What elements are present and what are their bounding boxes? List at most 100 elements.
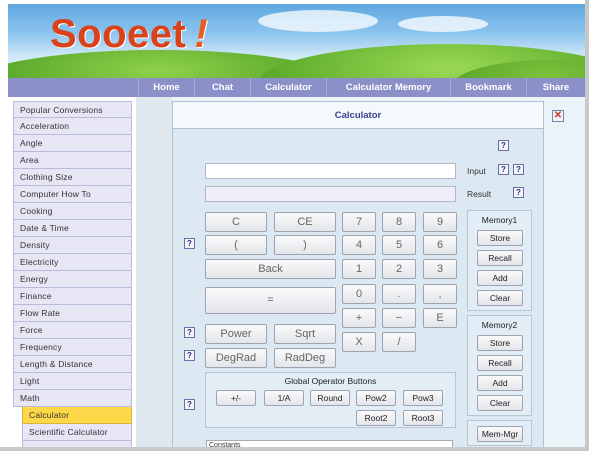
sidebar-subitem-calculator[interactable]: Calculator	[22, 407, 132, 424]
nav-bookmark[interactable]: Bookmark	[450, 78, 526, 97]
memory1-title: Memory1	[481, 215, 518, 225]
negate-button[interactable]: +/-	[216, 390, 256, 406]
sidebar-subitem-scientific-calculator[interactable]: Scientific Calculator	[22, 424, 132, 441]
global-operator-group: Global Operator Buttons +/- 1/A Round Po…	[205, 372, 456, 428]
sidebar-item-clothing-size[interactable]: Clothing Size	[13, 169, 132, 186]
digit-6-button[interactable]: 6	[423, 235, 457, 255]
multiply-button[interactable]: X	[342, 332, 376, 352]
memory2-recall-button[interactable]: Recall	[477, 355, 523, 371]
help-icon[interactable]: ?	[184, 327, 195, 338]
back-button[interactable]: Back	[205, 259, 336, 279]
digit-3-button[interactable]: 3	[423, 259, 457, 279]
digit-7-button[interactable]: 7	[342, 212, 376, 232]
sidebar-item-electricity[interactable]: Electricity	[13, 254, 132, 271]
logo-bang: !	[194, 12, 209, 56]
sidebar: Popular Conversions Acceleration Angle A…	[13, 101, 132, 451]
plus-button[interactable]: +	[342, 308, 376, 328]
clear-button[interactable]: C	[205, 212, 267, 232]
memory2-clear-button[interactable]: Clear	[477, 395, 523, 411]
memory2-add-button[interactable]: Add	[477, 375, 523, 391]
memory2-store-button[interactable]: Store	[477, 335, 523, 351]
window-frame-bottom	[0, 447, 589, 451]
open-paren-button[interactable]: (	[205, 235, 267, 255]
input-help-icon[interactable]: ?	[498, 164, 509, 175]
sidebar-item-angle[interactable]: Angle	[13, 135, 132, 152]
input-field[interactable]	[205, 163, 456, 179]
memory1-add-button[interactable]: Add	[477, 270, 523, 286]
site-logo[interactable]: Sooeet!	[50, 12, 208, 57]
nav-chat[interactable]: Chat	[194, 78, 250, 97]
sidebar-item-light[interactable]: Light	[13, 373, 132, 390]
decimal-button[interactable]: .	[382, 284, 416, 304]
degrad-button[interactable]: DegRad	[205, 348, 267, 368]
header-banner: Sooeet!	[8, 4, 585, 78]
digit-2-button[interactable]: 2	[382, 259, 416, 279]
close-icon[interactable]: ✕	[552, 110, 564, 122]
help-icon[interactable]: ?	[184, 399, 195, 410]
sqrt-button[interactable]: Sqrt	[274, 324, 336, 344]
sidebar-item-area[interactable]: Area	[13, 152, 132, 169]
memory2-title: Memory2	[481, 320, 518, 330]
root2-button[interactable]: Root2	[356, 410, 396, 426]
comma-button[interactable]: ,	[423, 284, 457, 304]
digit-9-button[interactable]: 9	[423, 212, 457, 232]
sidebar-item-force[interactable]: Force	[13, 322, 132, 339]
global-operator-title: Global Operator Buttons	[284, 376, 377, 386]
window-frame-right	[585, 0, 589, 451]
help-icon[interactable]: ?	[184, 350, 195, 361]
digit-1-button[interactable]: 1	[342, 259, 376, 279]
divide-button[interactable]: /	[382, 332, 416, 352]
main-nav: Home Chat Calculator Calculator Memory B…	[8, 78, 585, 97]
sidebar-item-cooking[interactable]: Cooking	[13, 203, 132, 220]
memory1-recall-button[interactable]: Recall	[477, 250, 523, 266]
memory-manager-group: Mem-Mgr	[467, 420, 532, 446]
sidebar-item-acceleration[interactable]: Acceleration	[13, 118, 132, 135]
memory1-group: Memory1 Store Recall Add Clear	[467, 210, 532, 311]
help-icon[interactable]: ?	[498, 140, 509, 151]
exponent-button[interactable]: E	[423, 308, 457, 328]
sidebar-item-date-time[interactable]: Date & Time	[13, 220, 132, 237]
input-label: Input	[467, 166, 486, 176]
logo-text: Sooeet	[50, 12, 187, 56]
sidebar-item-computer-how-to[interactable]: Computer How To	[13, 186, 132, 203]
round-button[interactable]: Round	[310, 390, 350, 406]
power-button[interactable]: Power	[205, 324, 267, 344]
sidebar-item-flow-rate[interactable]: Flow Rate	[13, 305, 132, 322]
pow3-button[interactable]: Pow3	[403, 390, 443, 406]
memory-manager-button[interactable]: Mem-Mgr	[477, 426, 523, 442]
clear-entry-button[interactable]: CE	[274, 212, 336, 232]
nav-home[interactable]: Home	[138, 78, 194, 97]
sidebar-item-frequency[interactable]: Frequency	[13, 339, 132, 356]
pow2-button[interactable]: Pow2	[356, 390, 396, 406]
sidebar-item-finance[interactable]: Finance	[13, 288, 132, 305]
sidebar-item-popular-conversions[interactable]: Popular Conversions	[13, 101, 132, 118]
result-field[interactable]	[205, 186, 456, 202]
sidebar-item-density[interactable]: Density	[13, 237, 132, 254]
result-help-icon[interactable]: ?	[513, 187, 524, 198]
equals-button[interactable]: =	[205, 287, 336, 314]
root3-button[interactable]: Root3	[403, 410, 443, 426]
calculator-panel: Calculator ? Input ? ? Result ? ? ? ? ? …	[172, 101, 544, 451]
result-label: Result	[467, 189, 492, 199]
memory1-clear-button[interactable]: Clear	[477, 290, 523, 306]
close-paren-button[interactable]: )	[274, 235, 336, 255]
content-gutter	[136, 97, 172, 451]
raddeg-button[interactable]: RadDeg	[274, 348, 336, 368]
sidebar-item-length-distance[interactable]: Length & Distance	[13, 356, 132, 373]
memory1-store-button[interactable]: Store	[477, 230, 523, 246]
nav-share[interactable]: Share	[526, 78, 585, 97]
sidebar-item-energy[interactable]: Energy	[13, 271, 132, 288]
memory2-group: Memory2 Store Recall Add Clear	[467, 315, 532, 416]
sidebar-item-math[interactable]: Math	[13, 390, 132, 407]
cloud	[398, 16, 488, 32]
help-icon[interactable]: ?	[184, 238, 195, 249]
digit-4-button[interactable]: 4	[342, 235, 376, 255]
nav-calculator[interactable]: Calculator	[250, 78, 326, 97]
input-help-icon-2[interactable]: ?	[513, 164, 524, 175]
digit-5-button[interactable]: 5	[382, 235, 416, 255]
nav-calculator-memory[interactable]: Calculator Memory	[326, 78, 450, 97]
reciprocal-button[interactable]: 1/A	[264, 390, 304, 406]
digit-8-button[interactable]: 8	[382, 212, 416, 232]
digit-0-button[interactable]: 0	[342, 284, 376, 304]
minus-button[interactable]: −	[382, 308, 416, 328]
